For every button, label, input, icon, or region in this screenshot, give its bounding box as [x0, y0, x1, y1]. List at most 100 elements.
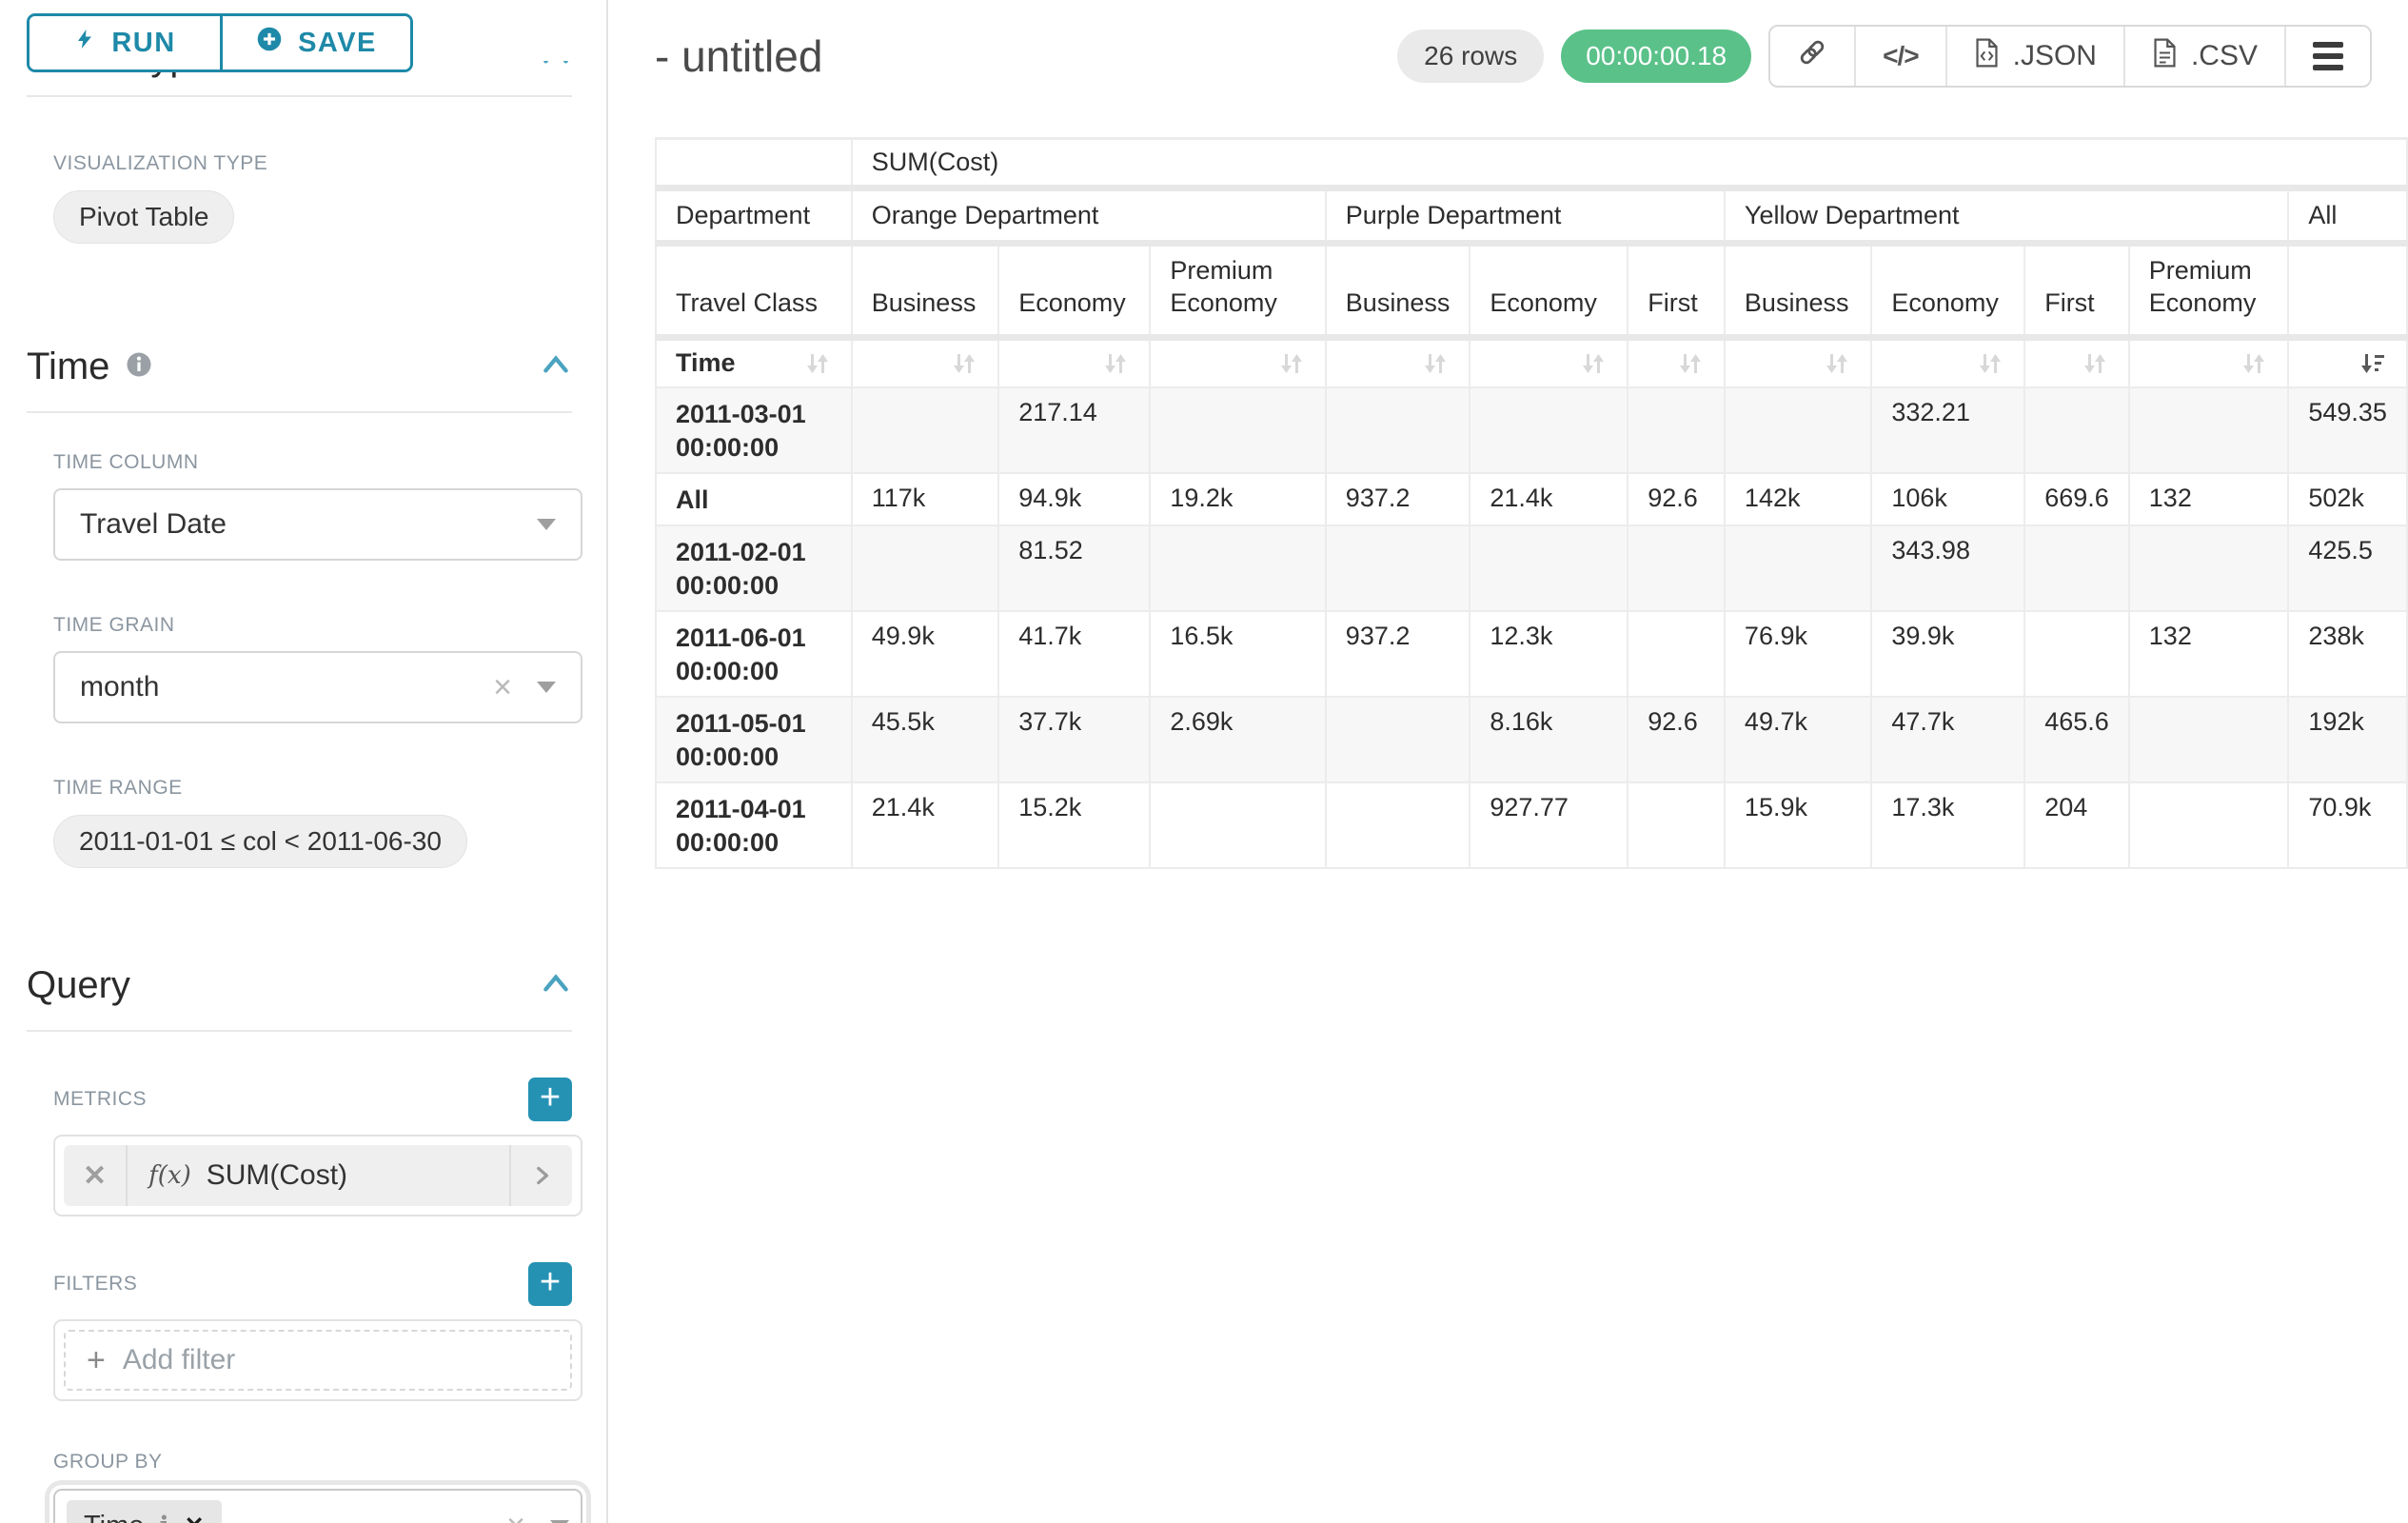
- pivot-cell: [1150, 782, 1325, 868]
- add-filter-button[interactable]: + Add filter: [64, 1330, 572, 1391]
- chevron-up-icon[interactable]: [540, 348, 572, 386]
- remove-metric-icon[interactable]: ✕: [64, 1159, 126, 1193]
- table-row: 2011-06-01 00:00:0049.9k41.7k16.5k937.21…: [656, 611, 2407, 697]
- selected-option-tag[interactable]: Timei✕: [67, 1500, 222, 1523]
- sort-icon[interactable]: [1277, 349, 1306, 378]
- sort-desc-icon[interactable]: [2359, 349, 2387, 378]
- save-button[interactable]: SAVE: [220, 16, 410, 69]
- metric-body[interactable]: f(x) SUM(Cost): [126, 1145, 511, 1206]
- pivot-cell: 37.7k: [998, 697, 1150, 782]
- control-panel-sidebar: RUN SAVE Chart Type VISUALIZATION TYPE P…: [0, 0, 608, 1523]
- pivot-cell: [1725, 387, 1871, 473]
- menu-button[interactable]: [2284, 27, 2370, 86]
- save-button-label: SAVE: [298, 28, 377, 59]
- time-range-pill[interactable]: 2011-01-01 ≤ col < 2011-06-30: [53, 815, 467, 868]
- export-json-button[interactable]: .JSON: [1945, 27, 2123, 86]
- sort-icon[interactable]: [1101, 349, 1130, 378]
- pivot-cell: 8.16k: [1470, 697, 1628, 782]
- sort-header-cell: [1725, 338, 1871, 387]
- sort-icon[interactable]: [1976, 349, 2004, 378]
- chevron-down-icon[interactable]: [537, 682, 556, 693]
- chart-title[interactable]: - untitled: [655, 30, 822, 82]
- pivot-cell: [1326, 525, 1470, 611]
- chevron-right-icon[interactable]: [511, 1163, 572, 1188]
- add-filter-plus-button[interactable]: +: [528, 1262, 572, 1306]
- sort-icon[interactable]: [2081, 349, 2109, 378]
- time-column-select[interactable]: Travel Date: [53, 488, 582, 561]
- pivot-cell: [2024, 611, 2129, 697]
- pivot-cell: 47.7k: [1871, 697, 2024, 782]
- table-row: 2011-04-01 00:00:0021.4k15.2k927.7715.9k…: [656, 782, 2407, 868]
- travel-class-header-cell: Economy: [998, 244, 1150, 338]
- pivot-cell: 92.6: [1628, 473, 1725, 525]
- pivot-cell: 502k: [2288, 473, 2407, 525]
- add-metric-button[interactable]: +: [528, 1078, 572, 1121]
- table-row: 2011-02-01 00:00:0081.52343.98425.5: [656, 525, 2407, 611]
- pivot-cell: [2024, 525, 2129, 611]
- pivot-cell: 192k: [2288, 697, 2407, 782]
- lightning-icon: [73, 25, 96, 61]
- pivot-cell: 106k: [1871, 473, 2024, 525]
- pivot-cell: [1326, 782, 1470, 868]
- time-column-value: Travel Date: [80, 508, 227, 541]
- visualization-type-label: VISUALIZATION TYPE: [53, 152, 572, 175]
- export-button-group: </> .JSON .CSV: [1768, 25, 2372, 88]
- sort-icon[interactable]: [950, 349, 978, 378]
- sort-icon[interactable]: [1579, 349, 1608, 378]
- sort-icon[interactable]: [1421, 349, 1450, 378]
- sort-icon[interactable]: [1823, 349, 1851, 378]
- metrics-container: ✕ f(x) SUM(Cost): [53, 1135, 582, 1216]
- chevron-up-icon[interactable]: [540, 967, 572, 1004]
- travel-class-header-cell: Economy: [1470, 244, 1628, 338]
- divider: [27, 411, 572, 413]
- chart-panel: - untitled 26 rows 00:00:00.18 </>: [608, 0, 2408, 1523]
- pivot-cell: 132: [2129, 473, 2289, 525]
- run-button[interactable]: RUN: [30, 16, 220, 69]
- metric-pill[interactable]: ✕ f(x) SUM(Cost): [64, 1145, 572, 1206]
- pivot-cell: [1725, 525, 1871, 611]
- query-section-header: Query: [27, 961, 572, 1009]
- pivot-cell: 937.2: [1326, 473, 1470, 525]
- chevron-down-icon[interactable]: [537, 519, 556, 530]
- pivot-cell: [1150, 525, 1325, 611]
- travel-class-header-cell: First: [2024, 244, 2129, 338]
- pivot-cell: 217.14: [998, 387, 1150, 473]
- pivot-cell: 238k: [2288, 611, 2407, 697]
- clear-icon[interactable]: ×: [506, 1510, 525, 1523]
- view-query-button[interactable]: </>: [1854, 27, 1944, 86]
- remove-tag-icon[interactable]: ✕: [185, 1512, 205, 1523]
- pivot-cell: [1628, 525, 1725, 611]
- sort-icon[interactable]: [803, 349, 832, 378]
- pivot-cell: [2129, 525, 2289, 611]
- time-grain-select[interactable]: month ×: [53, 651, 582, 723]
- app-root: RUN SAVE Chart Type VISUALIZATION TYPE P…: [0, 0, 2408, 1523]
- group-by-select[interactable]: Timei✕ ×: [53, 1489, 582, 1523]
- plus-circle-icon: [256, 26, 283, 60]
- visualization-type-pill[interactable]: Pivot Table: [53, 190, 234, 244]
- travel-class-header-cell: First: [1628, 244, 1725, 338]
- sort-icon[interactable]: [2240, 349, 2268, 378]
- share-link-button[interactable]: [1770, 27, 1854, 86]
- time-section-header: Time: [27, 343, 572, 390]
- time-range-label: TIME RANGE: [53, 777, 572, 800]
- pivot-cell: 204: [2024, 782, 2129, 868]
- pivot-cell: 142k: [1725, 473, 1871, 525]
- pivot-cell: 549.35: [2288, 387, 2407, 473]
- pivot-cell: [852, 387, 998, 473]
- group-by-label: GROUP BY: [53, 1451, 572, 1474]
- divider: [27, 1030, 572, 1032]
- export-csv-label: .CSV: [2191, 40, 2258, 72]
- table-row: All117k94.9k19.2k937.221.4k92.6142k106k6…: [656, 473, 2407, 525]
- hamburger-icon: [2313, 42, 2343, 70]
- pivot-cell: [1326, 387, 1470, 473]
- pivot-cell: [1628, 782, 1725, 868]
- clear-icon[interactable]: ×: [493, 671, 512, 703]
- export-json-label: .JSON: [2013, 40, 2097, 72]
- divider: [27, 95, 572, 97]
- travel-class-header-cell: [2288, 244, 2407, 338]
- sort-icon[interactable]: [1676, 349, 1705, 378]
- pivot-cell: 16.5k: [1150, 611, 1325, 697]
- export-csv-button[interactable]: .CSV: [2123, 27, 2284, 86]
- chart-header: - untitled 26 rows 00:00:00.18 </>: [655, 23, 2408, 89]
- pivot-cell: 117k: [852, 473, 998, 525]
